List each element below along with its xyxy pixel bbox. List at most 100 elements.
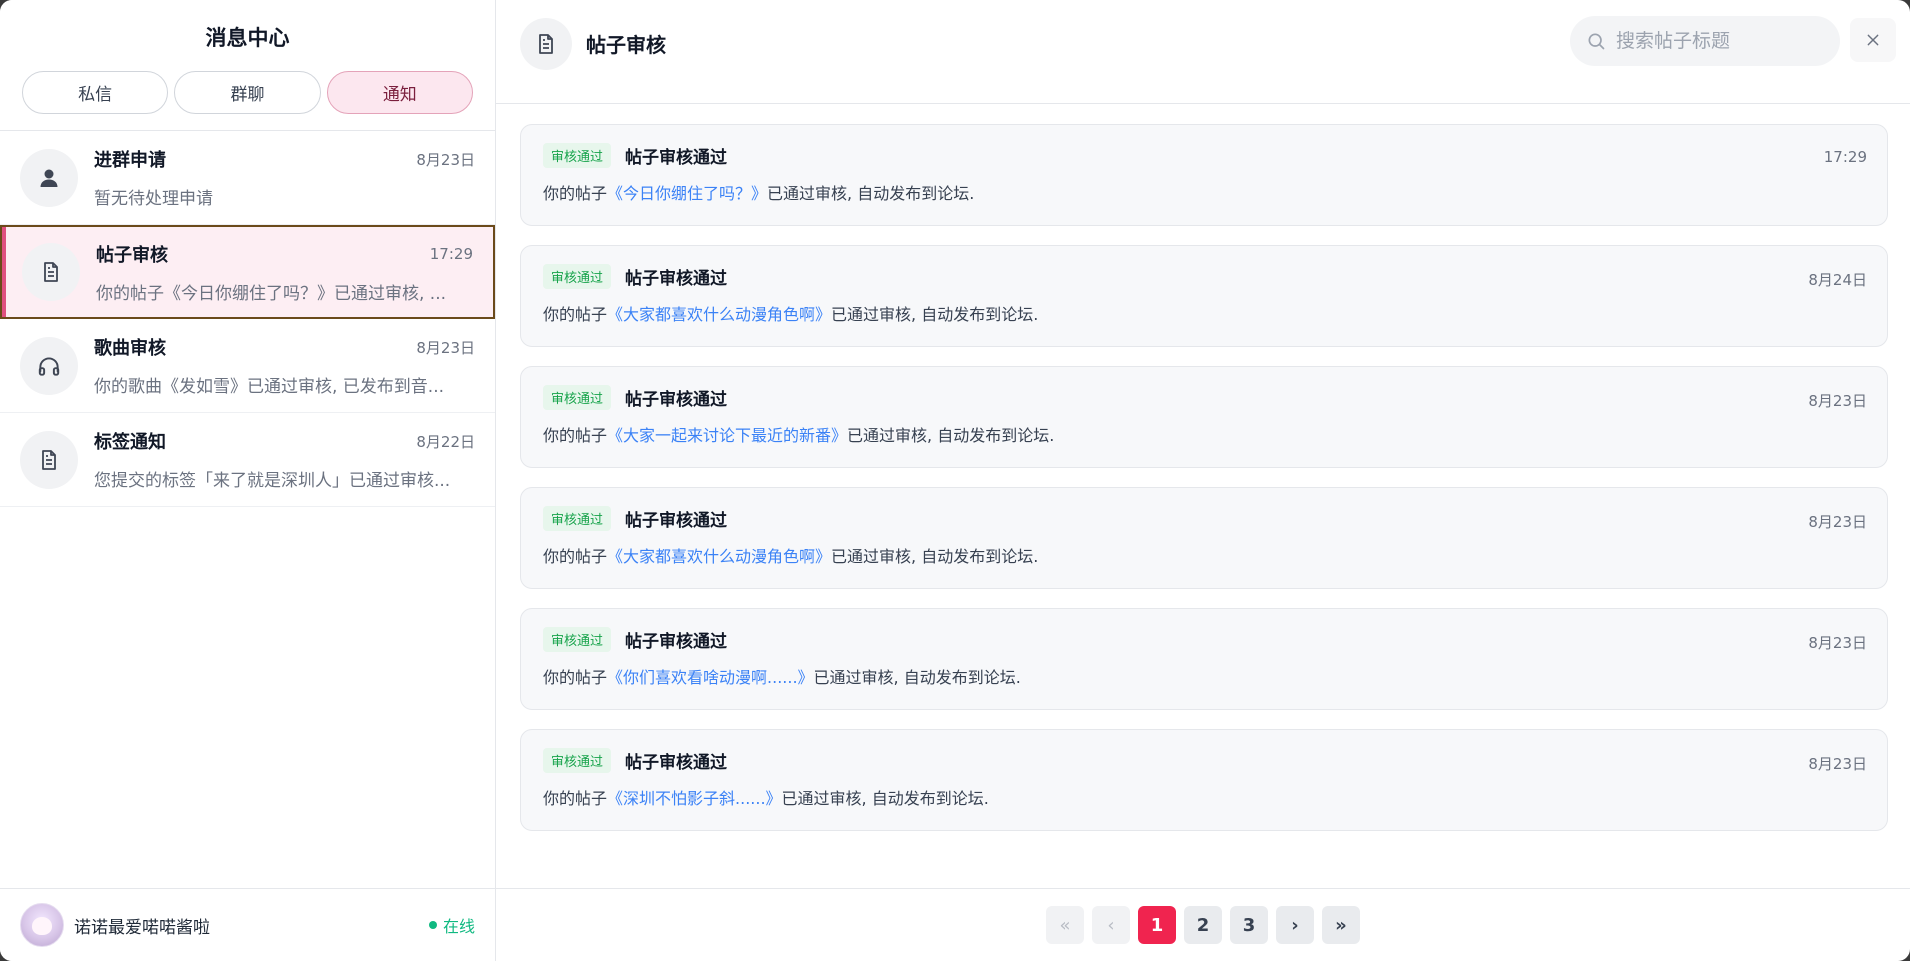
page-button-3[interactable]: 3 — [1230, 906, 1268, 944]
notification-card: 审核通过 帖子审核通过 8月24日 你的帖子《大家都喜欢什么动漫角色啊》已通过审… — [520, 245, 1888, 347]
post-link[interactable]: 《今日你绷住了吗？》 — [607, 184, 767, 203]
page-title: 帖子审核 — [586, 33, 666, 57]
message-center-window: 消息中心 私信 群聊 通知 进群申请 8月23日 暂无待处理申请 帖子审核 17… — [0, 0, 1910, 961]
close-icon — [1867, 34, 1879, 46]
conversation-name: 歌曲审核 — [94, 338, 166, 359]
current-user-bar: 诺诺最爱喏喏酱啦 在线 — [0, 888, 495, 961]
tab-group: 私信 群聊 通知 — [0, 71, 495, 114]
conversation-name: 标签通知 — [94, 432, 166, 453]
notification-suffix: 已通过审核, 自动发布到论坛. — [813, 668, 1021, 687]
status-badge: 审核通过 — [543, 264, 612, 289]
notification-prefix: 你的帖子 — [543, 789, 608, 808]
notification-suffix: 已通过审核, 自动发布到论坛. — [847, 426, 1055, 445]
notification-time: 8月23日 — [1808, 392, 1867, 410]
status-badge: 审核通过 — [543, 506, 612, 531]
search-input[interactable] — [1616, 30, 1816, 52]
notification-card: 审核通过 帖子审核通过 8月23日 你的帖子《大家一起来讨论下最近的新番》已通过… — [520, 366, 1888, 468]
notification-suffix: 已通过审核, 自动发布到论坛. — [831, 305, 1039, 324]
pagination: « ‹ 1 2 3 › » — [496, 888, 1910, 961]
notification-suffix: 已通过审核, 自动发布到论坛. — [831, 547, 1039, 566]
page-button-2[interactable]: 2 — [1184, 906, 1222, 944]
status-badge: 在线 — [428, 913, 475, 937]
tab-notifications[interactable]: 通知 — [326, 71, 473, 114]
notification-suffix: 已通过审核, 自动发布到论坛. — [781, 789, 989, 808]
main-panel: 帖子审核 审核通过 帖子审核通过 17:29 你的帖子《今日你绷住了吗？》已通过… — [496, 0, 1910, 961]
main-header: 帖子审核 — [496, 0, 1910, 104]
sidebar-header: 消息中心 私信 群聊 通知 — [0, 0, 495, 131]
notification-prefix: 你的帖子 — [543, 305, 608, 324]
conversation-item-song-review[interactable]: 歌曲审核 8月23日 你的歌曲《发如雪》已通过审核, 已发布到音... — [0, 319, 495, 413]
sidebar-title: 消息中心 — [205, 26, 290, 50]
notification-card: 审核通过 帖子审核通过 17:29 你的帖子《今日你绷住了吗？》已通过审核, 自… — [520, 124, 1888, 226]
notification-time: 8月23日 — [1808, 513, 1867, 531]
notification-title: 帖子审核通过 — [625, 148, 728, 168]
notification-title: 帖子审核通过 — [625, 269, 728, 289]
conversation-preview: 你的歌曲《发如雪》已通过审核, 已发布到音... — [94, 377, 445, 397]
status-badge: 审核通过 — [543, 627, 612, 652]
last-page-button[interactable]: » — [1322, 906, 1360, 944]
document-icon — [22, 243, 80, 301]
notification-prefix: 你的帖子 — [543, 668, 608, 687]
conversation-time: 8月23日 — [416, 338, 475, 357]
notification-title: 帖子审核通过 — [625, 632, 728, 652]
notification-body: 你的帖子《今日你绷住了吗？》已通过审核, 自动发布到论坛. — [543, 180, 1867, 204]
conversation-preview: 你的帖子《今日你绷住了吗？》已通过审核, ... — [96, 283, 447, 304]
tab-group-chat[interactable]: 群聊 — [174, 71, 321, 114]
conversation-time: 8月22日 — [416, 432, 475, 451]
notification-prefix: 你的帖子 — [543, 426, 608, 445]
sidebar: 消息中心 私信 群聊 通知 进群申请 8月23日 暂无待处理申请 帖子审核 17… — [0, 0, 496, 961]
status-badge: 审核通过 — [543, 748, 612, 773]
notification-body: 你的帖子《大家都喜欢什么动漫角色啊》已通过审核, 自动发布到论坛. — [543, 301, 1867, 325]
status-badge: 审核通过 — [543, 143, 612, 168]
conversation-preview: 暂无待处理申请 — [94, 189, 213, 209]
online-dot-icon — [428, 921, 437, 929]
document-icon — [20, 430, 78, 489]
post-link[interactable]: 《大家都喜欢什么动漫角色啊》 — [607, 305, 831, 324]
notification-time: 17:29 — [1823, 148, 1867, 166]
conversation-list: 进群申请 8月23日 暂无待处理申请 帖子审核 17:29 你的帖子《今日你绷住… — [0, 131, 495, 961]
notification-prefix: 你的帖子 — [543, 547, 608, 566]
post-link[interactable]: 《深圳不怕影子斜......》 — [607, 789, 782, 808]
notification-time: 8月23日 — [1808, 755, 1867, 773]
conversation-body: 歌曲审核 8月23日 你的歌曲《发如雪》已通过审核, 已发布到音... — [94, 334, 475, 397]
conversation-preview: 您提交的标签「来了就是深圳人」已通过审核... — [94, 471, 451, 491]
notification-title: 帖子审核通过 — [625, 753, 728, 773]
notification-time: 8月24日 — [1808, 271, 1867, 289]
notification-list: 审核通过 帖子审核通过 17:29 你的帖子《今日你绷住了吗？》已通过审核, 自… — [496, 104, 1910, 850]
page-button-1[interactable]: 1 — [1138, 906, 1176, 944]
conversation-body: 帖子审核 17:29 你的帖子《今日你绷住了吗？》已通过审核, ... — [96, 241, 473, 304]
conversation-name: 进群申请 — [94, 150, 166, 171]
notification-body: 你的帖子《大家都喜欢什么动漫角色啊》已通过审核, 自动发布到论坛. — [543, 543, 1867, 567]
close-button[interactable] — [1850, 18, 1896, 62]
notification-card: 审核通过 帖子审核通过 8月23日 你的帖子《大家都喜欢什么动漫角色啊》已通过审… — [520, 487, 1888, 589]
post-link[interactable]: 《你们喜欢看啥动漫啊......》 — [607, 668, 814, 687]
notification-card: 审核通过 帖子审核通过 8月23日 你的帖子《深圳不怕影子斜......》已通过… — [520, 729, 1888, 831]
conversation-item-post-review[interactable]: 帖子审核 17:29 你的帖子《今日你绷住了吗？》已通过审核, ... — [0, 225, 495, 319]
conversation-item-tag-notice[interactable]: 标签通知 8月22日 您提交的标签「来了就是深圳人」已通过审核... — [0, 413, 495, 507]
user-icon — [20, 148, 78, 207]
post-link[interactable]: 《大家都喜欢什么动漫角色啊》 — [607, 547, 831, 566]
notification-suffix: 已通过审核, 自动发布到论坛. — [767, 184, 975, 203]
notification-card: 审核通过 帖子审核通过 8月23日 你的帖子《你们喜欢看啥动漫啊......》已… — [520, 608, 1888, 710]
notification-prefix: 你的帖子 — [543, 184, 608, 203]
avatar[interactable] — [20, 903, 64, 947]
notification-time: 8月23日 — [1808, 634, 1867, 652]
status-badge: 审核通过 — [543, 385, 612, 410]
notification-body: 你的帖子《深圳不怕影子斜......》已通过审核, 自动发布到论坛. — [543, 785, 1867, 809]
search-icon — [1588, 33, 1605, 50]
post-link[interactable]: 《大家一起来讨论下最近的新番》 — [607, 426, 847, 445]
status-label: 在线 — [442, 917, 475, 936]
next-page-button[interactable]: › — [1276, 906, 1314, 944]
conversation-time: 8月23日 — [416, 150, 475, 169]
first-page-button[interactable]: « — [1046, 906, 1084, 944]
prev-page-button[interactable]: ‹ — [1092, 906, 1130, 944]
headphones-icon — [20, 336, 78, 395]
conversation-item-group-request[interactable]: 进群申请 8月23日 暂无待处理申请 — [0, 131, 495, 225]
notification-title: 帖子审核通过 — [625, 390, 728, 410]
conversation-time: 17:29 — [429, 244, 473, 263]
user-name: 诺诺最爱喏喏酱啦 — [74, 917, 210, 938]
conversation-body: 进群申请 8月23日 暂无待处理申请 — [94, 146, 475, 209]
search-box — [1570, 16, 1840, 66]
tab-private-message[interactable]: 私信 — [22, 71, 169, 114]
notification-body: 你的帖子《你们喜欢看啥动漫啊......》已通过审核, 自动发布到论坛. — [543, 664, 1867, 688]
